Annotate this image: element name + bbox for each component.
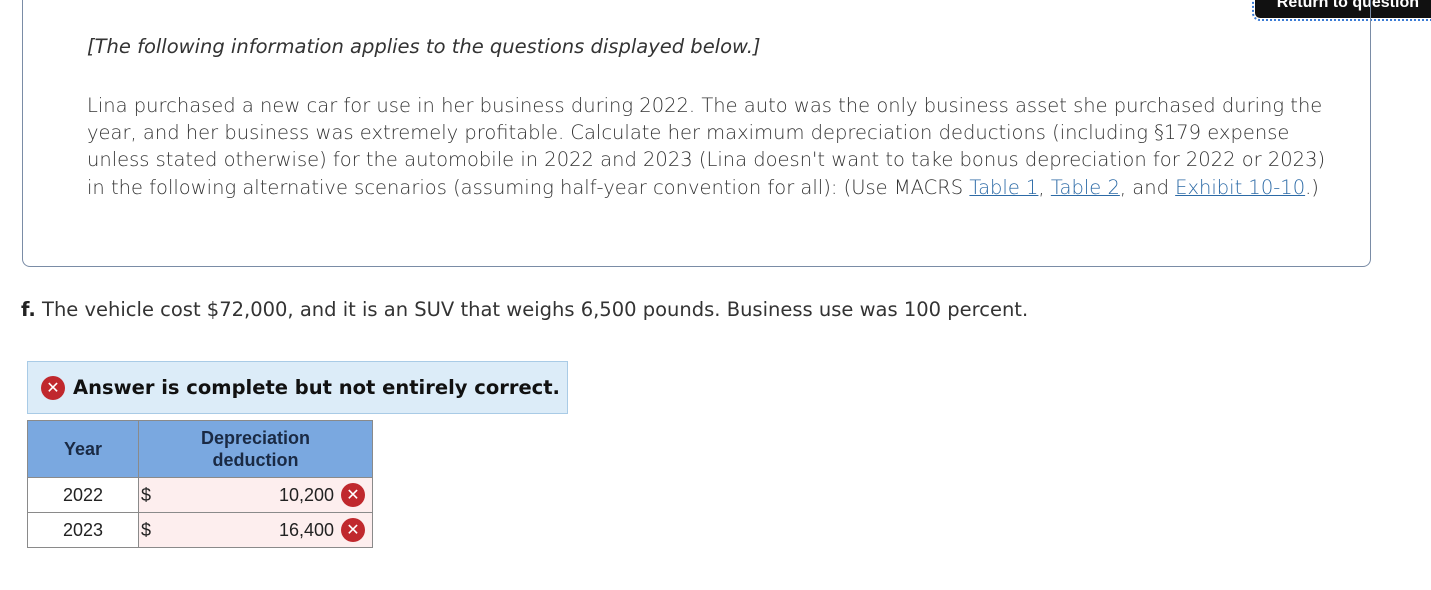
separator: , and xyxy=(1119,175,1176,199)
page: Return to question [The following inform… xyxy=(0,0,1431,590)
intro-note: [The following information applies to th… xyxy=(87,35,761,58)
incorrect-x-icon: ✕ xyxy=(341,518,365,542)
depreciation-table: Year Depreciation deduction 2022 $ 10,200… xyxy=(27,420,373,548)
column-header-line: Depreciation xyxy=(200,428,311,448)
table-row: 2022 $ 10,200 ✕ xyxy=(27,477,373,513)
question-f: f. The vehicle cost $72,000, and it is a… xyxy=(21,298,1028,321)
depreciation-input-cell[interactable]: $ 10,200 ✕ xyxy=(138,477,373,513)
column-header-line: deduction xyxy=(212,450,299,470)
separator: , xyxy=(1038,175,1051,199)
paragraph-end: .) xyxy=(1305,175,1319,199)
currency-symbol: $ xyxy=(141,520,152,540)
column-header-depreciation: Depreciation deduction xyxy=(138,420,373,478)
year-cell: 2022 xyxy=(27,477,139,513)
table-2-link[interactable]: Table 2 xyxy=(1051,176,1120,199)
scenario-paragraph: Lina purchased a new car for use in her … xyxy=(87,92,1327,201)
depreciation-value: 10,200 xyxy=(278,485,334,505)
answer-status-message: Answer is complete but not entirely corr… xyxy=(73,376,560,399)
depreciation-input-cell[interactable]: $ 16,400 ✕ xyxy=(138,512,373,548)
year-cell: 2023 xyxy=(27,512,139,548)
column-header-year: Year xyxy=(27,420,139,478)
question-text: The vehicle cost $72,000, and it is an S… xyxy=(35,298,1029,321)
x-circle-icon: ✕ xyxy=(41,375,65,400)
incorrect-x-icon: ✕ xyxy=(341,483,365,507)
currency-symbol: $ xyxy=(141,485,152,505)
table-row: 2023 $ 16,400 ✕ xyxy=(27,512,373,548)
question-label: f. xyxy=(21,298,36,321)
exhibit-10-10-link[interactable]: Exhibit 10-10 xyxy=(1175,176,1305,199)
table-1-link[interactable]: Table 1 xyxy=(969,176,1038,199)
depreciation-value: 16,400 xyxy=(278,520,334,540)
answer-status-banner: ✕ Answer is complete but not entirely co… xyxy=(27,361,568,414)
